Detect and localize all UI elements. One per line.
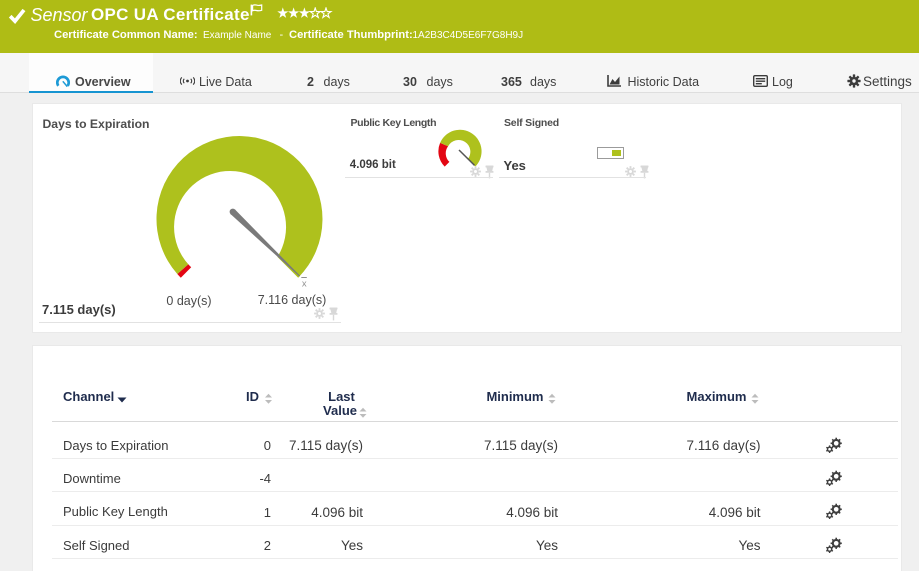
svg-text:x: x (302, 279, 307, 290)
